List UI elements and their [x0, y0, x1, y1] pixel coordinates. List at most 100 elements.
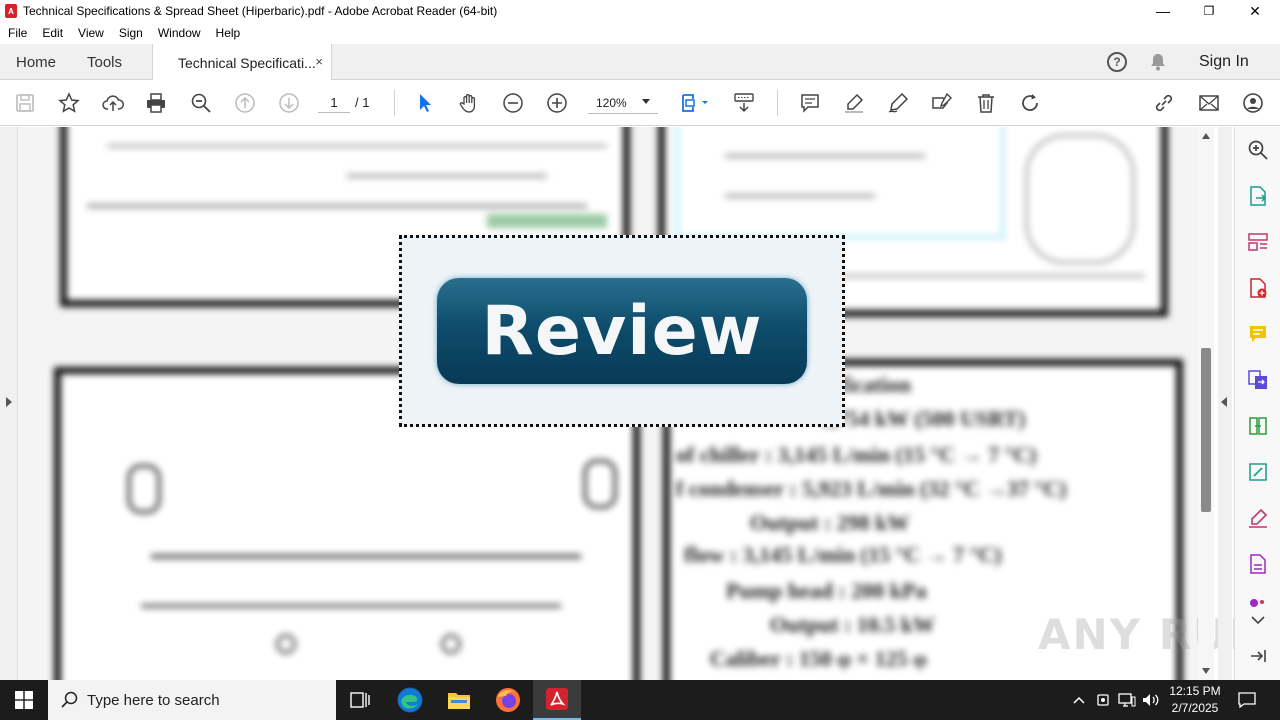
- review-overlay[interactable]: Review: [399, 235, 845, 427]
- tab-document[interactable]: Technical Specificati... ×: [152, 44, 332, 81]
- edit-text-button[interactable]: [930, 91, 954, 115]
- chevron-down-icon: [642, 99, 650, 104]
- tray-volume-button[interactable]: [1142, 680, 1160, 720]
- taskbar-edge[interactable]: [386, 680, 434, 720]
- zoom-level-dropdown[interactable]: 120%: [588, 92, 658, 114]
- blurred-line: Output : 298 kW: [750, 510, 910, 535]
- right-panel-toggle[interactable]: [1218, 127, 1232, 680]
- comment-button[interactable]: [798, 91, 822, 115]
- hand-tool-button[interactable]: [457, 91, 481, 115]
- close-tab-icon[interactable]: ×: [315, 54, 323, 69]
- sign-in-button[interactable]: Sign In: [1199, 44, 1249, 80]
- organize-pages-icon[interactable]: [1247, 231, 1269, 253]
- star-icon: [58, 92, 80, 113]
- search-zoom-icon[interactable]: [1247, 139, 1269, 161]
- start-button[interactable]: [0, 680, 48, 720]
- show-hidden-icons-button[interactable]: [1072, 680, 1086, 720]
- tray-network-button[interactable]: [1118, 680, 1136, 720]
- combine-files-icon[interactable]: [1247, 369, 1269, 391]
- scroll-mode-button[interactable]: [732, 91, 756, 115]
- left-panel-toggle[interactable]: [0, 127, 18, 680]
- notifications-button[interactable]: [1150, 44, 1166, 80]
- tray-device-icon-button[interactable]: [1096, 680, 1110, 720]
- network-icon: [1118, 693, 1136, 707]
- fill-sign-icon[interactable]: [1247, 507, 1269, 529]
- menu-sign[interactable]: Sign: [119, 26, 143, 40]
- review-label: Review: [481, 291, 763, 371]
- blurred-line: Pump head : 200 kPa: [726, 578, 927, 603]
- create-pdf-icon[interactable]: [1247, 277, 1269, 299]
- compress-icon[interactable]: [1247, 415, 1269, 437]
- export-pdf-icon[interactable]: [1247, 185, 1269, 207]
- draw-button[interactable]: [886, 91, 910, 115]
- plus-circle-icon: [547, 93, 567, 113]
- zoom-out-button[interactable]: [501, 91, 525, 115]
- send-for-signature-icon[interactable]: [1247, 553, 1269, 575]
- notification-icon: [1238, 692, 1256, 708]
- blurred-line: of chiller : 3,145 L/min (15 °C → 7 °C): [676, 442, 1037, 467]
- taskbar-clock[interactable]: 12:15 PM 2/7/2025: [1160, 683, 1230, 717]
- vertical-scrollbar[interactable]: [1198, 127, 1214, 680]
- chevron-down-icon[interactable]: [1247, 613, 1269, 627]
- acrobat-app-icon: A: [5, 4, 17, 18]
- sign-in-label: Sign In: [1199, 53, 1249, 70]
- zoom-search-button[interactable]: [189, 91, 213, 115]
- tab-home[interactable]: Home: [16, 44, 56, 80]
- close-window-button[interactable]: ✕: [1232, 0, 1278, 22]
- windows-taskbar: Type here to search 12:15 PM 2/7/2025: [0, 680, 1280, 720]
- task-view-button[interactable]: [336, 680, 384, 720]
- tab-tools[interactable]: Tools: [87, 44, 122, 80]
- help-icon: ?: [1107, 52, 1127, 72]
- edit-pdf-icon[interactable]: [1247, 461, 1269, 483]
- edit-tag-icon: [932, 92, 952, 109]
- review-badge[interactable]: Review: [437, 278, 807, 384]
- maximize-button[interactable]: ❐: [1186, 0, 1232, 22]
- notification-center-button[interactable]: [1238, 680, 1256, 720]
- highlight-button[interactable]: [842, 91, 866, 115]
- comment-panel-icon[interactable]: [1247, 323, 1269, 345]
- select-tool-button[interactable]: [413, 91, 437, 115]
- zoom-level-value: 120%: [596, 95, 627, 110]
- more-tools-icon[interactable]: [1247, 595, 1269, 609]
- account-button[interactable]: [1241, 91, 1265, 115]
- speaker-icon: [1143, 694, 1159, 706]
- scrollbar-thumb[interactable]: [1201, 348, 1211, 512]
- scroll-down-icon[interactable]: [1202, 668, 1210, 674]
- expand-left-icon: [6, 397, 12, 407]
- cloud-upload-icon: [102, 95, 124, 111]
- rotate-button[interactable]: [1018, 91, 1042, 115]
- blurred-line: Caliber : 150 φ × 125 φ: [710, 646, 927, 671]
- minimize-button[interactable]: —: [1140, 0, 1186, 22]
- next-page-button[interactable]: [277, 91, 301, 115]
- zoom-in-button[interactable]: [545, 91, 569, 115]
- taskbar-firefox[interactable]: [484, 680, 532, 720]
- usb-device-icon: [1097, 694, 1109, 706]
- previous-page-button[interactable]: [233, 91, 257, 115]
- pen-draw-icon: [888, 92, 909, 113]
- fit-page-icon: [682, 94, 708, 112]
- page-number-input[interactable]: [318, 93, 350, 113]
- email-button[interactable]: [1197, 91, 1221, 115]
- print-button[interactable]: [144, 91, 168, 115]
- menu-help[interactable]: Help: [216, 26, 241, 40]
- menu-window[interactable]: Window: [158, 26, 201, 40]
- help-button[interactable]: ?: [1107, 44, 1127, 80]
- blurred-line: flow : 3,145 L/min (15 °C → 7 °C): [684, 542, 1002, 567]
- right-tools-panel: [1234, 127, 1280, 680]
- upload-button[interactable]: [101, 91, 125, 115]
- save-button[interactable]: [13, 91, 37, 115]
- scroll-up-icon[interactable]: [1202, 133, 1210, 139]
- menu-view[interactable]: View: [78, 26, 104, 40]
- delete-button[interactable]: [974, 91, 998, 115]
- collapse-panel-icon[interactable]: [1247, 645, 1269, 667]
- taskbar-file-explorer[interactable]: [435, 680, 483, 720]
- menu-edit[interactable]: Edit: [42, 26, 63, 40]
- share-link-button[interactable]: [1152, 91, 1176, 115]
- printer-icon: [147, 93, 165, 113]
- cursor-arrow-icon: [420, 94, 431, 112]
- taskbar-acrobat-reader[interactable]: [533, 680, 581, 720]
- bookmark-star-button[interactable]: [57, 91, 81, 115]
- page-display-button[interactable]: [678, 91, 712, 115]
- taskbar-search-box[interactable]: Type here to search: [48, 680, 336, 720]
- menu-file[interactable]: File: [8, 26, 27, 40]
